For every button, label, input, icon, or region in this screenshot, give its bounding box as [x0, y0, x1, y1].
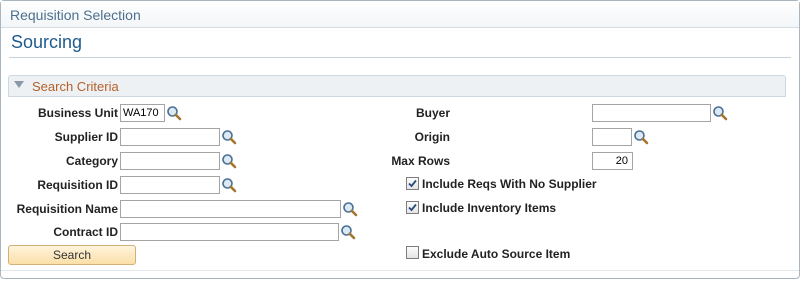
- page-title: Requisition Selection: [10, 7, 141, 23]
- supplier-id-input[interactable]: [120, 128, 220, 146]
- checkmark-icon: [408, 179, 417, 188]
- category-input[interactable]: [120, 152, 220, 170]
- supplier-id-label: Supplier ID: [54, 130, 118, 144]
- search-criteria-section-header[interactable]: Search Criteria: [8, 75, 786, 97]
- include-inventory-checkbox[interactable]: [406, 201, 419, 214]
- supplier-id-lookup-icon[interactable]: [221, 129, 237, 145]
- origin-lookup-icon[interactable]: [633, 129, 649, 145]
- requisition-name-input[interactable]: [120, 200, 341, 218]
- requisition-id-label: Requisition ID: [37, 178, 118, 192]
- exclude-auto-source-label[interactable]: Exclude Auto Source Item: [422, 247, 570, 261]
- contract-id-label: Contract ID: [53, 225, 118, 239]
- requisition-name-lookup-icon[interactable]: [342, 201, 358, 217]
- section-title[interactable]: Search Criteria: [32, 79, 119, 94]
- search-button[interactable]: Search: [8, 245, 136, 265]
- business-unit-input[interactable]: WA170: [120, 104, 165, 122]
- origin-input[interactable]: [592, 128, 632, 146]
- triangle-down-icon[interactable]: [14, 81, 24, 88]
- buyer-label: Buyer: [415, 106, 450, 120]
- requisition-id-input[interactable]: [120, 176, 220, 194]
- requisition-name-label: Requisition Name: [16, 202, 118, 216]
- bottom-divider: [1, 270, 799, 271]
- business-unit-label: Business Unit: [37, 106, 118, 120]
- category-label: Category: [65, 154, 118, 168]
- include-no-supplier-checkbox[interactable]: [406, 177, 419, 190]
- max-rows-label: Max Rows: [391, 154, 450, 168]
- contract-id-input[interactable]: [120, 223, 339, 241]
- exclude-auto-source-checkbox[interactable]: [406, 246, 419, 259]
- include-inventory-label[interactable]: Include Inventory Items: [422, 201, 556, 215]
- origin-label: Origin: [414, 130, 450, 144]
- buyer-lookup-icon[interactable]: [712, 105, 728, 121]
- business-unit-lookup-icon[interactable]: [166, 105, 182, 121]
- title-divider: [9, 57, 791, 58]
- checkmark-icon: [408, 203, 417, 212]
- requisition-id-lookup-icon[interactable]: [221, 177, 237, 193]
- include-no-supplier-label[interactable]: Include Reqs With No Supplier: [422, 177, 597, 191]
- contract-id-lookup-icon[interactable]: [340, 224, 356, 240]
- max-rows-input[interactable]: 20: [592, 152, 633, 170]
- page-subtitle: Sourcing: [11, 32, 83, 52]
- buyer-input[interactable]: [592, 104, 711, 122]
- category-lookup-icon[interactable]: [221, 153, 237, 169]
